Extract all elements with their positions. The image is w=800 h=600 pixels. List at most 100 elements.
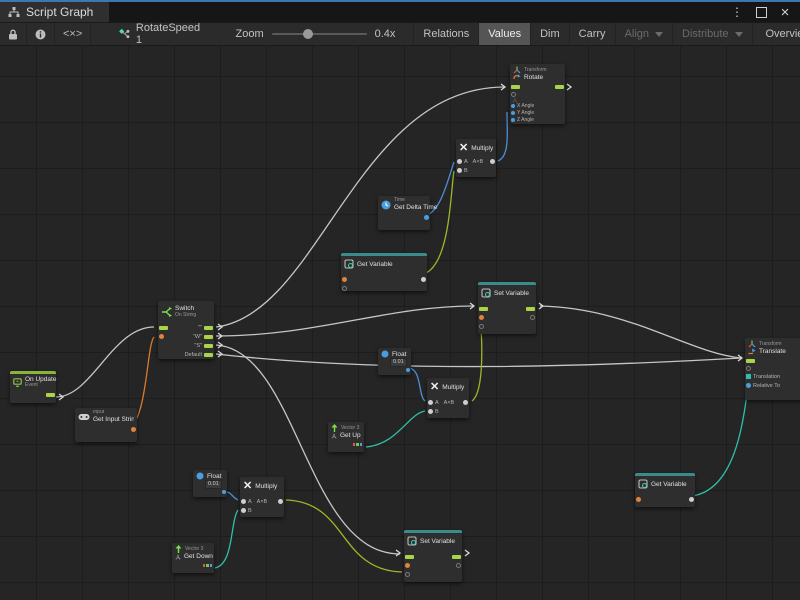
- port-z-angle-input[interactable]: [511, 118, 515, 122]
- port-selector-input[interactable]: [159, 334, 164, 339]
- overview-button[interactable]: Overview: [757, 23, 800, 45]
- node-get-variable-bottom[interactable]: Get Variable: [635, 473, 695, 507]
- port-control-output[interactable]: [46, 393, 55, 397]
- axes-icon: [331, 433, 337, 439]
- wire-onupdate-to-switch: [56, 327, 154, 397]
- port-control-output[interactable]: [555, 85, 564, 89]
- node-title: Get Down: [184, 553, 213, 560]
- node-set-variable-bottom[interactable]: Set Variable: [404, 530, 462, 582]
- zoom-slider-handle[interactable]: [303, 29, 313, 39]
- port-result-output[interactable]: [463, 400, 468, 405]
- port-control-input[interactable]: [405, 555, 414, 559]
- tab-script-graph[interactable]: Script Graph: [0, 2, 109, 22]
- port-control-input[interactable]: [479, 307, 488, 311]
- port-label-result: A×B: [444, 400, 455, 406]
- port-value-output[interactable]: [689, 497, 694, 502]
- port-result-output[interactable]: [278, 499, 283, 504]
- port-name-input[interactable]: [479, 315, 484, 320]
- port-control-output[interactable]: [526, 307, 535, 311]
- port-relative-to-input[interactable]: [746, 383, 751, 388]
- graph-breadcrumb[interactable]: RotateSpeed 1: [109, 23, 211, 45]
- node-on-update[interactable]: On Update Event: [10, 371, 56, 403]
- zoom-value: 0.4x: [375, 28, 396, 40]
- port-a-input[interactable]: [241, 499, 246, 504]
- lock-button[interactable]: [0, 23, 27, 45]
- node-rotate[interactable]: Transform Rotate X Angle: [510, 64, 565, 124]
- node-float-mid[interactable]: Float 0.01: [378, 348, 411, 375]
- chevron-down-icon: [735, 32, 743, 37]
- carry-button[interactable]: Carry: [570, 23, 616, 45]
- window-menu-icon[interactable]: ⋮: [730, 5, 744, 19]
- window-close-icon[interactable]: ×: [778, 5, 792, 19]
- node-switch-on-string[interactable]: Switch On String "" "W" "S" Default: [158, 301, 214, 359]
- port-result-output[interactable]: [490, 159, 495, 164]
- node-title: Rotate: [524, 74, 543, 81]
- node-get-up[interactable]: Vector 3 Get Up: [328, 422, 364, 452]
- port-case-output[interactable]: [204, 344, 213, 348]
- port-label-a: A: [435, 400, 439, 406]
- node-translate[interactable]: Transform Translate Translation Relative…: [745, 338, 800, 400]
- node-title: Set Variable: [494, 290, 529, 297]
- port-a-input[interactable]: [428, 400, 433, 405]
- port-name-input[interactable]: [636, 497, 641, 502]
- node-get-variable-top[interactable]: Get Variable: [341, 253, 427, 291]
- case-label: "W": [193, 334, 202, 340]
- distribute-dropdown[interactable]: Distribute: [673, 23, 752, 45]
- node-multiply-bot[interactable]: ✕ Multiply A A×B B: [240, 477, 284, 517]
- port-control-output[interactable]: [452, 555, 461, 559]
- transform-icon: [748, 340, 756, 348]
- port-translation-input[interactable]: [746, 374, 751, 379]
- window-maximize-icon[interactable]: [754, 5, 768, 19]
- port-b-input[interactable]: [428, 409, 433, 414]
- unity-script-graph-window: Script Graph ⋮ × <×>: [0, 0, 800, 600]
- node-title: Get Up: [340, 432, 361, 439]
- relations-button[interactable]: Relations: [413, 23, 479, 45]
- port-value-output[interactable]: [222, 490, 226, 494]
- case-label: "S": [194, 343, 202, 349]
- port-b-input[interactable]: [241, 508, 246, 513]
- port-control-input[interactable]: [746, 359, 755, 363]
- breadcrumb-graph-name: RotateSpeed 1: [136, 22, 202, 46]
- port-default-output[interactable]: [204, 353, 213, 357]
- port-target-input[interactable]: [746, 366, 751, 371]
- node-get-down[interactable]: Vector 3 Get Down: [172, 543, 214, 573]
- node-set-variable-mid[interactable]: Set Variable: [478, 282, 536, 334]
- port-name-input[interactable]: [405, 563, 410, 568]
- port-value-output[interactable]: [406, 368, 410, 372]
- port-seconds-output[interactable]: [424, 215, 429, 220]
- node-float-bot[interactable]: Float 0.01: [193, 470, 227, 497]
- port-b-input[interactable]: [457, 168, 462, 173]
- dim-button[interactable]: Dim: [531, 23, 570, 45]
- port-value-output[interactable]: [456, 563, 461, 568]
- node-get-input-string[interactable]: Input Get Input String: [75, 408, 137, 442]
- port-value-input[interactable]: [405, 572, 410, 577]
- port-string-output[interactable]: [131, 427, 136, 432]
- align-dropdown[interactable]: Align: [616, 23, 673, 45]
- port-case-output[interactable]: [204, 326, 213, 330]
- port-fallback-input[interactable]: [342, 286, 347, 291]
- port-case-output[interactable]: [204, 335, 213, 339]
- node-multiply-mid[interactable]: ✕ Multiply A A×B B: [427, 378, 469, 418]
- port-x-angle-input[interactable]: [511, 104, 515, 108]
- values-button[interactable]: Values: [479, 23, 531, 45]
- code-view-button[interactable]: <×>: [55, 23, 91, 45]
- port-value-output[interactable]: [421, 277, 426, 282]
- port-label-x-angle: X Angle: [517, 103, 534, 109]
- port-control-input[interactable]: [511, 85, 520, 89]
- axes-icon: [175, 554, 181, 560]
- variable-icon: [407, 536, 417, 546]
- port-value-input[interactable]: [479, 324, 484, 329]
- node-get-delta-time[interactable]: Time Get Delta Time: [378, 196, 430, 230]
- port-a-input[interactable]: [457, 159, 462, 164]
- port-vector3-output[interactable]: [353, 443, 363, 446]
- port-name-input[interactable]: [342, 277, 347, 282]
- node-multiply-top[interactable]: ✕ Multiply A A×B B: [456, 139, 496, 177]
- port-y-angle-input[interactable]: [511, 111, 515, 115]
- port-value-output[interactable]: [530, 315, 535, 320]
- zoom-slider[interactable]: [272, 33, 367, 35]
- code-view-label: <×>: [63, 28, 82, 40]
- port-control-input[interactable]: [159, 326, 168, 330]
- info-button[interactable]: [27, 23, 55, 45]
- port-vector3-output[interactable]: [203, 564, 213, 567]
- graph-canvas[interactable]: On Update Event Input Get Input String: [0, 44, 800, 600]
